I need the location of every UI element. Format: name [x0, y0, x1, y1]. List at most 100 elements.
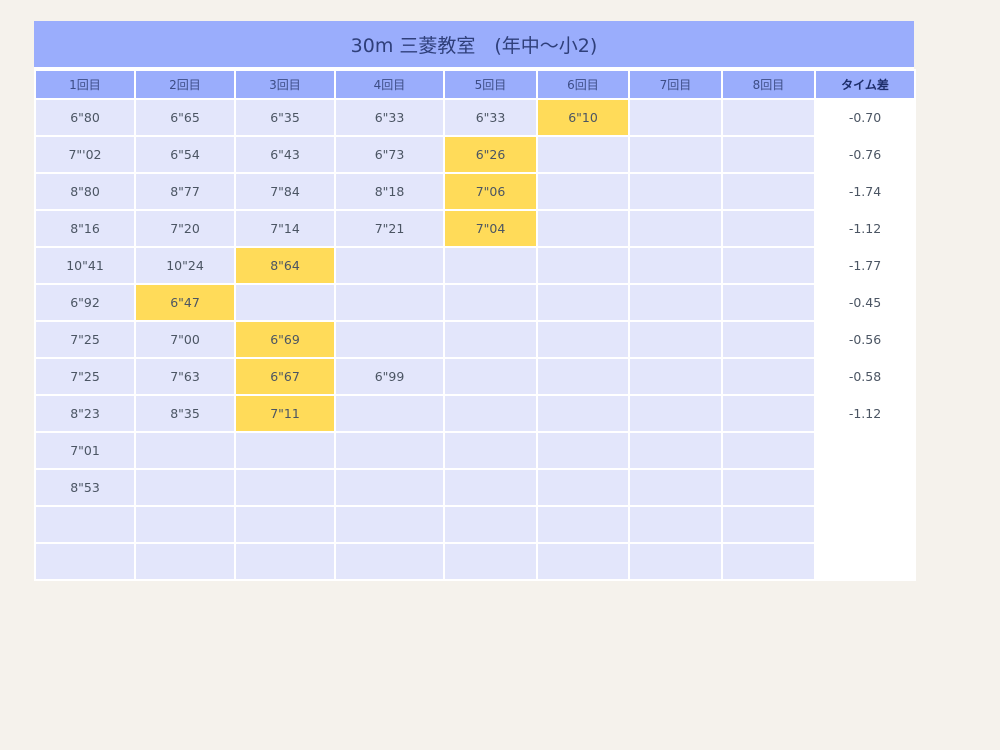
- time-cell[interactable]: [628, 320, 723, 359]
- time-cell[interactable]: [628, 172, 723, 211]
- time-cell[interactable]: [443, 542, 538, 581]
- time-cell[interactable]: 7"25: [34, 357, 136, 396]
- time-diff-cell[interactable]: -1.74: [814, 172, 916, 211]
- time-cell[interactable]: 6"92: [34, 283, 136, 322]
- time-diff-cell[interactable]: -1.77: [814, 246, 916, 285]
- time-diff-cell[interactable]: -1.12: [814, 209, 916, 248]
- time-cell[interactable]: 7"06: [443, 172, 538, 211]
- time-cell[interactable]: 8"16: [34, 209, 136, 248]
- time-diff-cell[interactable]: [814, 468, 916, 507]
- time-cell[interactable]: [334, 246, 445, 285]
- time-cell[interactable]: [721, 394, 816, 433]
- time-cell[interactable]: 6"26: [443, 135, 538, 174]
- time-cell[interactable]: [536, 468, 630, 507]
- time-diff-cell[interactable]: [814, 431, 916, 470]
- time-cell[interactable]: 6"65: [134, 98, 236, 137]
- time-diff-cell[interactable]: [814, 542, 916, 581]
- time-cell[interactable]: [334, 542, 445, 581]
- time-cell[interactable]: [628, 542, 723, 581]
- time-cell[interactable]: 8"23: [34, 394, 136, 433]
- time-cell[interactable]: 8"80: [34, 172, 136, 211]
- time-cell[interactable]: 7"63: [134, 357, 236, 396]
- time-cell[interactable]: [334, 320, 445, 359]
- time-cell[interactable]: [536, 357, 630, 396]
- time-cell[interactable]: [443, 283, 538, 322]
- time-cell[interactable]: [628, 209, 723, 248]
- time-cell[interactable]: [721, 468, 816, 507]
- time-cell[interactable]: [628, 431, 723, 470]
- time-cell[interactable]: [443, 320, 538, 359]
- time-cell[interactable]: 6"80: [34, 98, 136, 137]
- time-cell[interactable]: [721, 246, 816, 285]
- time-cell[interactable]: [443, 246, 538, 285]
- time-cell[interactable]: [234, 283, 336, 322]
- time-cell[interactable]: 7"21: [334, 209, 445, 248]
- time-cell[interactable]: [628, 246, 723, 285]
- time-cell[interactable]: [536, 320, 630, 359]
- time-cell[interactable]: 7"20: [134, 209, 236, 248]
- time-cell[interactable]: [134, 505, 236, 544]
- time-cell[interactable]: [536, 246, 630, 285]
- time-diff-cell[interactable]: -0.76: [814, 135, 916, 174]
- time-cell[interactable]: 8"64: [234, 246, 336, 285]
- time-cell[interactable]: 8"18: [334, 172, 445, 211]
- time-cell[interactable]: [721, 542, 816, 581]
- time-cell[interactable]: [234, 431, 336, 470]
- time-cell[interactable]: [234, 468, 336, 507]
- time-cell[interactable]: 7"14: [234, 209, 336, 248]
- time-cell[interactable]: 6"54: [134, 135, 236, 174]
- time-cell[interactable]: 10"41: [34, 246, 136, 285]
- time-diff-cell[interactable]: [814, 505, 916, 544]
- time-cell[interactable]: [536, 135, 630, 174]
- time-cell[interactable]: [443, 431, 538, 470]
- time-cell[interactable]: 7"00: [134, 320, 236, 359]
- time-cell[interactable]: [721, 98, 816, 137]
- time-cell[interactable]: 6"99: [334, 357, 445, 396]
- time-cell[interactable]: [721, 283, 816, 322]
- time-cell[interactable]: [234, 542, 336, 581]
- time-cell[interactable]: [134, 431, 236, 470]
- time-cell[interactable]: [234, 505, 336, 544]
- time-cell[interactable]: 6"47: [134, 283, 236, 322]
- time-diff-cell[interactable]: -0.45: [814, 283, 916, 322]
- time-cell[interactable]: [536, 172, 630, 211]
- time-cell[interactable]: 7"01: [34, 431, 136, 470]
- time-cell[interactable]: 7"84: [234, 172, 336, 211]
- time-cell[interactable]: [721, 320, 816, 359]
- time-cell[interactable]: 8"77: [134, 172, 236, 211]
- time-cell[interactable]: 6"33: [334, 98, 445, 137]
- time-cell[interactable]: [536, 542, 630, 581]
- time-cell[interactable]: 7"'02: [34, 135, 136, 174]
- time-cell[interactable]: [443, 357, 538, 396]
- time-cell[interactable]: [628, 394, 723, 433]
- time-cell[interactable]: [334, 505, 445, 544]
- time-diff-cell[interactable]: -0.58: [814, 357, 916, 396]
- time-cell[interactable]: 6"69: [234, 320, 336, 359]
- time-cell[interactable]: [536, 431, 630, 470]
- time-cell[interactable]: 6"33: [443, 98, 538, 137]
- time-diff-cell[interactable]: -0.56: [814, 320, 916, 359]
- time-cell[interactable]: [134, 542, 236, 581]
- time-cell[interactable]: [34, 542, 136, 581]
- time-cell[interactable]: [334, 431, 445, 470]
- time-cell[interactable]: 7"04: [443, 209, 538, 248]
- time-cell[interactable]: [721, 505, 816, 544]
- time-cell[interactable]: [721, 357, 816, 396]
- time-cell[interactable]: [443, 394, 538, 433]
- time-cell[interactable]: [536, 283, 630, 322]
- time-cell[interactable]: [721, 135, 816, 174]
- time-cell[interactable]: 8"53: [34, 468, 136, 507]
- time-cell[interactable]: [721, 431, 816, 470]
- time-cell[interactable]: [628, 135, 723, 174]
- time-cell[interactable]: [134, 468, 236, 507]
- time-cell[interactable]: 7"11: [234, 394, 336, 433]
- time-cell[interactable]: [334, 283, 445, 322]
- time-cell[interactable]: 6"67: [234, 357, 336, 396]
- time-cell[interactable]: [628, 98, 723, 137]
- time-cell[interactable]: [628, 505, 723, 544]
- time-cell[interactable]: [628, 283, 723, 322]
- time-cell[interactable]: 6"43: [234, 135, 336, 174]
- time-cell[interactable]: [334, 394, 445, 433]
- time-cell[interactable]: [536, 505, 630, 544]
- time-cell[interactable]: 6"73: [334, 135, 445, 174]
